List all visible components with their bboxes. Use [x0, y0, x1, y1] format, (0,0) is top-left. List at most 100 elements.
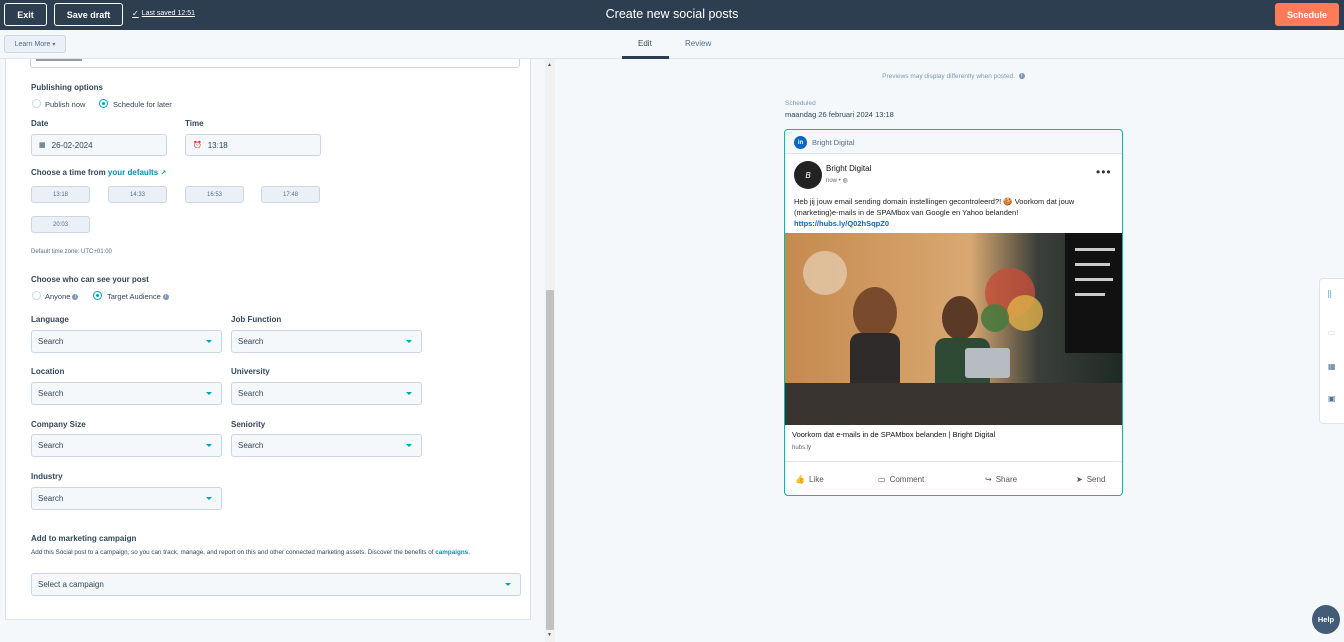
time-chip[interactable]: 13:18	[31, 186, 90, 203]
time-chip[interactable]: 14:33	[108, 186, 167, 203]
date-label: Date	[31, 119, 49, 128]
caret-down-icon	[406, 392, 412, 395]
url-input-partial[interactable]	[30, 59, 520, 68]
time-chip[interactable]: 17:48	[261, 186, 320, 203]
post-text: Heb jij jouw email sending domain instel…	[794, 197, 1075, 217]
job-function-placeholder: Search	[238, 337, 264, 346]
language-label: Language	[31, 315, 69, 324]
location-select[interactable]: Search	[31, 382, 222, 405]
learn-more-button[interactable]: Learn More ▾	[4, 35, 66, 53]
more-options-icon[interactable]: •••	[1096, 165, 1112, 179]
learn-more-label: Learn More	[14, 40, 51, 48]
caret-down-icon	[406, 444, 412, 447]
caret-down-icon	[206, 392, 212, 395]
like-action[interactable]: 👍 Like	[795, 475, 824, 484]
anyone-label-group: Anyone i	[45, 292, 79, 301]
publish-now-radio[interactable]	[32, 99, 41, 108]
scroll-down-arrow-icon[interactable]: ▼	[547, 632, 552, 638]
publishing-options-label: Publishing options	[31, 83, 103, 92]
chat-icon[interactable]: ▭	[1328, 328, 1336, 337]
post-actions: 👍 Like ▭ Comment ↪ Share ➤ Send	[785, 461, 1122, 495]
university-label: University	[231, 367, 270, 376]
send-action[interactable]: ➤ Send	[1076, 475, 1105, 484]
scroll-up-arrow-icon[interactable]: ▲	[547, 62, 552, 68]
time-chip[interactable]: 20:03	[31, 216, 90, 233]
date-value: 26-02-2024	[51, 140, 93, 150]
industry-placeholder: Search	[38, 494, 64, 503]
campaign-label: Add to marketing campaign	[31, 534, 137, 543]
schedule-later-label: Schedule for later	[113, 100, 172, 109]
location-placeholder: Search	[38, 389, 64, 398]
campaigns-link[interactable]: campaigns	[435, 549, 468, 556]
time-chip[interactable]: 16:53	[185, 186, 244, 203]
target-audience-label-group: Target Audience i	[107, 292, 169, 301]
company-size-select[interactable]: Search	[31, 434, 222, 457]
post-link[interactable]: https://hubs.ly/Q02hSqpZ0	[794, 219, 889, 228]
anyone-label: Anyone	[45, 292, 71, 301]
comment-icon: ▭	[878, 475, 886, 484]
preview-account-header: in Bright Digital	[785, 130, 1122, 154]
post-meta-text: now •	[826, 178, 841, 184]
comment-action[interactable]: ▭ Comment	[878, 475, 924, 484]
comment-label: Comment	[889, 475, 925, 484]
link-title[interactable]: Voorkom dat e-mails in de SPAMbox beland…	[792, 430, 995, 439]
grid-icon[interactable]: ⣿	[1327, 290, 1332, 298]
share-label: Share	[995, 475, 1018, 484]
like-label: Like	[808, 475, 824, 484]
tab-review[interactable]: Review	[685, 39, 711, 48]
caret-down-icon: ▾	[52, 41, 56, 48]
default-timezone-text: Default time zone: UTC+01:00	[31, 249, 112, 255]
university-placeholder: Search	[238, 389, 264, 398]
external-link-icon: ↗	[160, 170, 167, 177]
location-label: Location	[31, 367, 65, 376]
preview-note: Previews may display differently when po…	[740, 73, 1167, 80]
preview-note-text: Previews may display differently when po…	[882, 73, 1016, 80]
industry-label: Industry	[31, 472, 63, 481]
industry-select[interactable]: Search	[31, 487, 222, 510]
campaign-select[interactable]: Select a campaign	[31, 573, 521, 596]
language-select[interactable]: Search	[31, 330, 222, 353]
thumbs-up-icon: 👍	[795, 475, 805, 484]
scheduled-date: maandag 26 februari 2024 13:18	[785, 110, 894, 119]
author-name: Bright Digital	[826, 164, 872, 173]
target-audience-label: Target Audience	[107, 292, 161, 301]
calendar-icon[interactable]: ▦	[1328, 362, 1336, 371]
post-image	[785, 233, 1122, 425]
campaign-select-value: Select a campaign	[38, 580, 104, 589]
help-button[interactable]: Help	[1312, 605, 1340, 634]
info-icon[interactable]: i	[1018, 73, 1025, 80]
share-icon: ↪	[985, 475, 992, 484]
time-label: Time	[185, 119, 204, 128]
job-function-label: Job Function	[231, 315, 282, 324]
caret-down-icon	[406, 340, 412, 343]
schedule-icon[interactable]: ▣	[1328, 394, 1336, 403]
choose-time-label: Choose a time from your defaults ↗	[31, 168, 166, 177]
tab-edit[interactable]: Edit	[638, 39, 652, 48]
campaign-description: Add this Social post to a campaign, so y…	[31, 547, 526, 558]
university-select[interactable]: Search	[231, 382, 422, 405]
share-action[interactable]: ↪ Share	[985, 475, 1017, 484]
caret-down-icon	[206, 497, 212, 500]
publish-now-label: Publish now	[45, 100, 86, 109]
post-settings-panel: Publishing options Publish now Schedule …	[5, 59, 531, 620]
seniority-placeholder: Search	[238, 441, 264, 450]
send-icon: ➤	[1076, 475, 1083, 484]
account-name: Bright Digital	[812, 138, 855, 147]
linkedin-icon: in	[794, 136, 807, 149]
seniority-select[interactable]: Search	[231, 434, 422, 457]
side-tool-tabs: ⣿ ▭ ▦ ▣	[1319, 278, 1344, 424]
date-input[interactable]: ▦ 26-02-2024	[31, 134, 167, 156]
company-size-label: Company Size	[31, 420, 86, 429]
job-function-select[interactable]: Search	[231, 330, 422, 353]
caret-down-icon	[206, 340, 212, 343]
time-input[interactable]: ⏰ 13:18	[185, 134, 321, 156]
schedule-button[interactable]: Schedule	[1275, 3, 1339, 26]
anyone-radio[interactable]	[32, 291, 41, 300]
scrollbar-thumb[interactable]	[546, 290, 554, 630]
your-defaults-link[interactable]: your defaults	[108, 168, 158, 177]
schedule-later-radio[interactable]	[99, 99, 108, 108]
target-audience-radio[interactable]	[93, 291, 102, 300]
avatar: B	[794, 161, 822, 189]
time-value: 13:18	[207, 140, 228, 150]
info-icon: i	[72, 294, 79, 301]
